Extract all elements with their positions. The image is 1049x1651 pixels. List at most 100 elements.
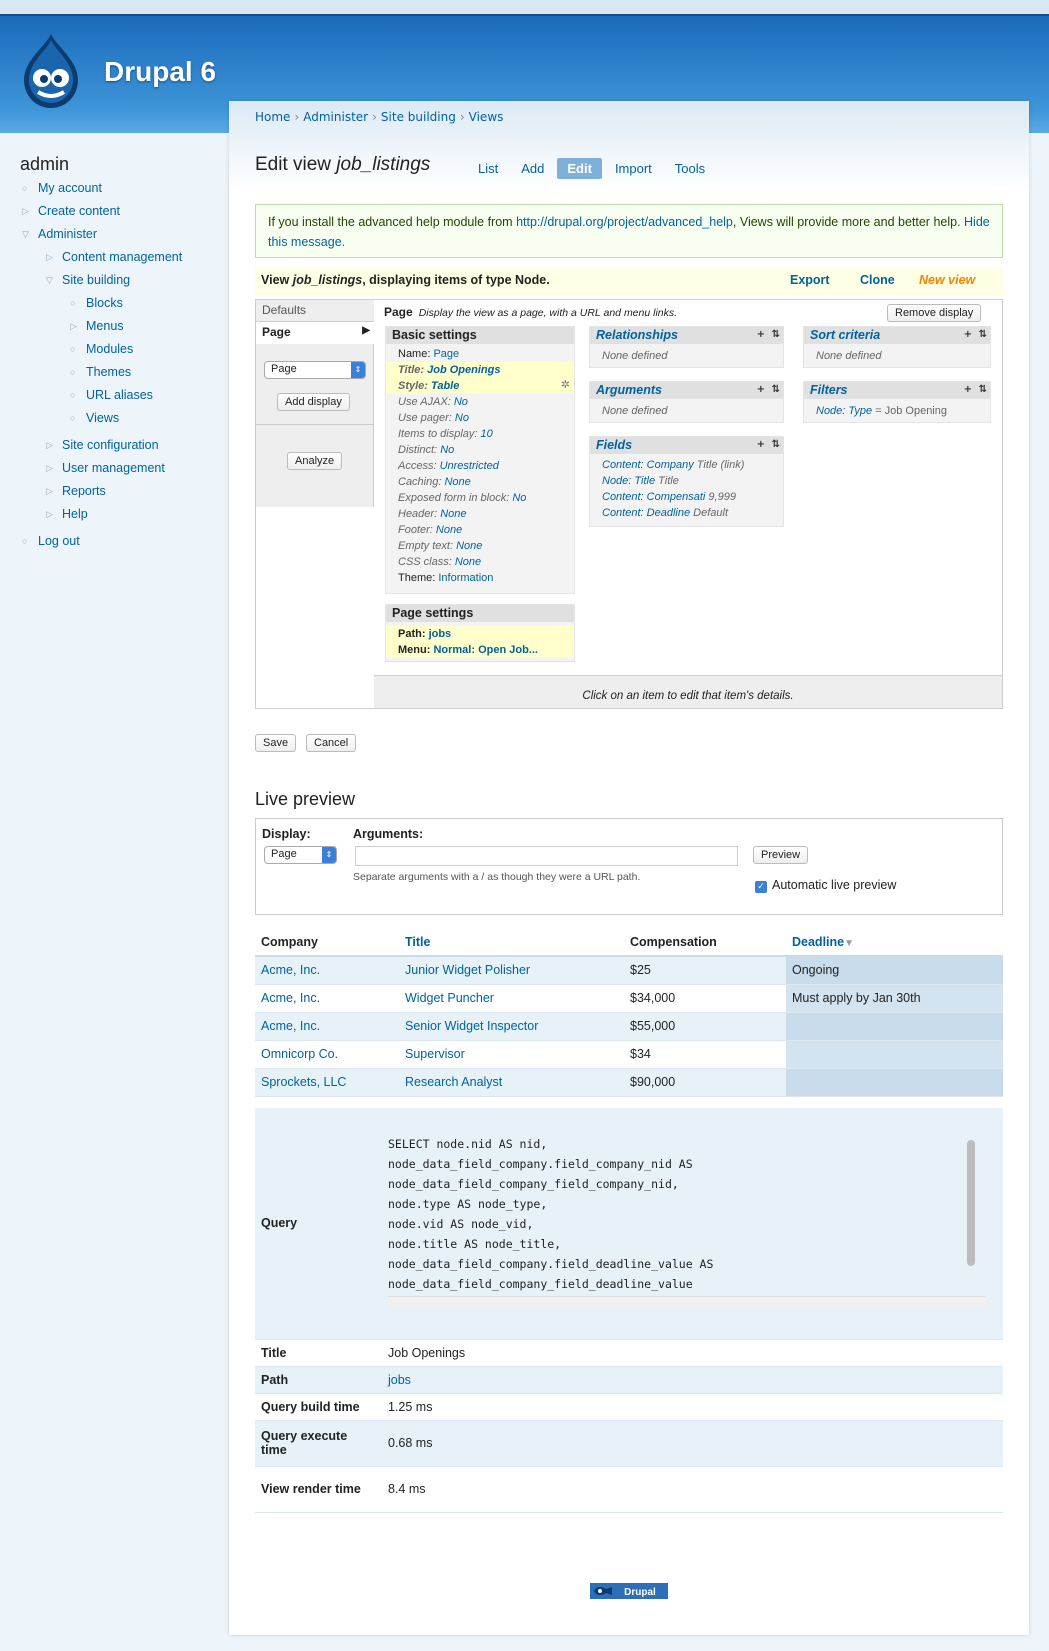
setting-value[interactable]: Information (438, 572, 493, 584)
drupal-drop-logo[interactable] (20, 32, 82, 110)
setting-row[interactable]: Empty text: None (386, 538, 574, 554)
field-row[interactable]: Content: Deadline Default (590, 505, 783, 521)
setting-value[interactable]: None (455, 556, 481, 568)
setting-value[interactable]: Unrestricted (440, 460, 499, 472)
setting-row[interactable]: Footer: None (386, 522, 574, 538)
sidebar-item-label[interactable]: Modules (86, 342, 133, 356)
display-select[interactable]: Page ⇕ (264, 361, 366, 379)
setting-value[interactable]: Job Openings (427, 364, 500, 376)
tab-list[interactable]: List (468, 158, 508, 179)
automatic-preview-checkbox[interactable]: ✓ (755, 881, 767, 893)
sidebar-item-content-management[interactable]: ▷ Content management (46, 250, 182, 264)
tab-add[interactable]: Add (511, 158, 554, 179)
remove-display-button[interactable]: Remove display (887, 304, 982, 322)
sidebar-item-label[interactable]: URL aliases (86, 388, 153, 402)
sidebar-item-label[interactable]: Administer (38, 227, 97, 241)
column-title[interactable]: Title (399, 928, 624, 957)
setting-row[interactable]: CSS class: None (386, 554, 574, 570)
setting-value[interactable]: None (436, 524, 462, 536)
setting-row[interactable]: Caching: None (386, 474, 574, 490)
title-link[interactable]: Junior Widget Polisher (405, 963, 530, 977)
company-link[interactable]: Sprockets, LLC (261, 1075, 346, 1089)
preview-display-select[interactable]: Page ⇕ (264, 846, 337, 864)
sidebar-item-label[interactable]: Help (62, 507, 88, 521)
tab-tools[interactable]: Tools (665, 158, 715, 179)
sidebar-item-label[interactable]: Blocks (86, 296, 123, 310)
add-icon[interactable]: + (757, 384, 765, 395)
breadcrumb-administer[interactable]: Administer (303, 110, 368, 124)
clone-link[interactable]: Clone (860, 273, 895, 287)
title-link[interactable]: Research Analyst (405, 1075, 502, 1089)
setting-value[interactable]: No (455, 412, 469, 424)
add-icon[interactable]: + (757, 329, 765, 340)
sidebar-item-label[interactable]: Themes (86, 365, 131, 379)
field-row[interactable]: Content: Company Title (link) (590, 457, 783, 473)
setting-row[interactable]: Distinct: No (386, 442, 574, 458)
sidebar-item-reports[interactable]: ▷ Reports (46, 484, 106, 498)
setting-row[interactable]: Exposed form in block: No (386, 490, 574, 506)
field-row[interactable]: Node: Title Title (590, 473, 783, 489)
rearrange-icon[interactable]: ⇅ (979, 329, 987, 340)
sidebar-item-help[interactable]: ▷ Help (46, 507, 88, 521)
add-icon[interactable]: + (964, 329, 972, 340)
relationships-title[interactable]: Relationships (590, 327, 783, 344)
rearrange-icon[interactable]: ⇅ (979, 384, 987, 395)
sidebar-item-blocks[interactable]: ○ Blocks (70, 296, 123, 310)
tab-edit[interactable]: Edit (557, 158, 602, 179)
sort-criteria-title[interactable]: Sort criteria (804, 327, 990, 344)
setting-row[interactable]: Theme: Information (386, 570, 574, 586)
page-settings-menu[interactable]: Menu: Normal: Open Job... (386, 642, 574, 658)
setting-row[interactable]: Title: Job Openings (386, 362, 574, 378)
column-deadline-link[interactable]: Deadline (792, 935, 844, 949)
column-title-link[interactable]: Title (405, 935, 430, 949)
filters-title[interactable]: Filters (804, 382, 990, 399)
title-link[interactable]: Supervisor (405, 1047, 465, 1061)
setting-row[interactable]: Items to display: 10 (386, 426, 574, 442)
stat-value-link[interactable]: jobs (388, 1373, 411, 1387)
display-tab-defaults[interactable]: Defaults (256, 300, 374, 322)
add-icon[interactable]: + (964, 384, 972, 395)
breadcrumb-views[interactable]: Views (469, 110, 504, 124)
setting-value[interactable]: Page (433, 348, 459, 360)
menu-value[interactable]: Normal: Open Job... (433, 644, 538, 656)
sidebar-item-themes[interactable]: ○ Themes (70, 365, 131, 379)
setting-value[interactable]: None (444, 476, 470, 488)
site-name[interactable]: Drupal 6 (104, 56, 216, 88)
rearrange-icon[interactable]: ⇅ (772, 439, 780, 450)
setting-row[interactable]: Name: Page (386, 346, 574, 362)
arguments-input[interactable] (355, 846, 738, 866)
sidebar-item-label[interactable]: Menus (86, 319, 124, 333)
add-icon[interactable]: + (757, 439, 765, 450)
sidebar-item-views[interactable]: ○ Views (70, 411, 119, 425)
setting-value[interactable]: No (440, 444, 454, 456)
sidebar-item-site-building[interactable]: ▽ Site building (46, 273, 130, 287)
filter-node-type[interactable]: Node: Type = Job Opening (804, 403, 990, 419)
setting-value[interactable]: No (454, 396, 468, 408)
sidebar-item-url-aliases[interactable]: ○ URL aliases (70, 388, 153, 402)
field-row[interactable]: Content: Compensati 9,999 (590, 489, 783, 505)
sidebar-item-create-content[interactable]: ▷ Create content (22, 204, 120, 218)
cancel-button[interactable]: Cancel (306, 734, 357, 752)
horizontal-scrollbar[interactable] (388, 1296, 985, 1309)
gear-icon[interactable]: ✲ (561, 378, 570, 391)
sidebar-item-user-management[interactable]: ▷ User management (46, 461, 165, 475)
add-display-button[interactable]: Add display (277, 393, 350, 411)
sidebar-item-modules[interactable]: ○ Modules (70, 342, 133, 356)
export-link[interactable]: Export (790, 273, 830, 287)
sidebar-item-my-account[interactable]: ○ My account (22, 181, 102, 195)
advanced-help-link[interactable]: http://drupal.org/project/advanced_help (516, 215, 733, 229)
page-settings-path[interactable]: Path: jobs (386, 626, 574, 642)
save-button[interactable]: Save (255, 734, 297, 752)
company-link[interactable]: Acme, Inc. (261, 1019, 320, 1033)
setting-value[interactable]: No (512, 492, 526, 504)
sidebar-item-label[interactable]: My account (38, 181, 102, 195)
setting-value[interactable]: 10 (481, 428, 493, 440)
sort-desc-icon[interactable]: ▼ (844, 938, 854, 949)
title-link[interactable]: Widget Puncher (405, 991, 494, 1005)
query-scroll-area[interactable]: SELECT node.nid AS nid, node_data_field_c… (388, 1124, 985, 1322)
vertical-scrollbar[interactable] (967, 1140, 975, 1267)
sidebar-item-menus[interactable]: ▷ Menus (70, 319, 124, 333)
display-tab-page[interactable]: Page ▶ (256, 322, 375, 344)
fields-title[interactable]: Fields (590, 437, 783, 454)
breadcrumb-site-building[interactable]: Site building (381, 110, 456, 124)
